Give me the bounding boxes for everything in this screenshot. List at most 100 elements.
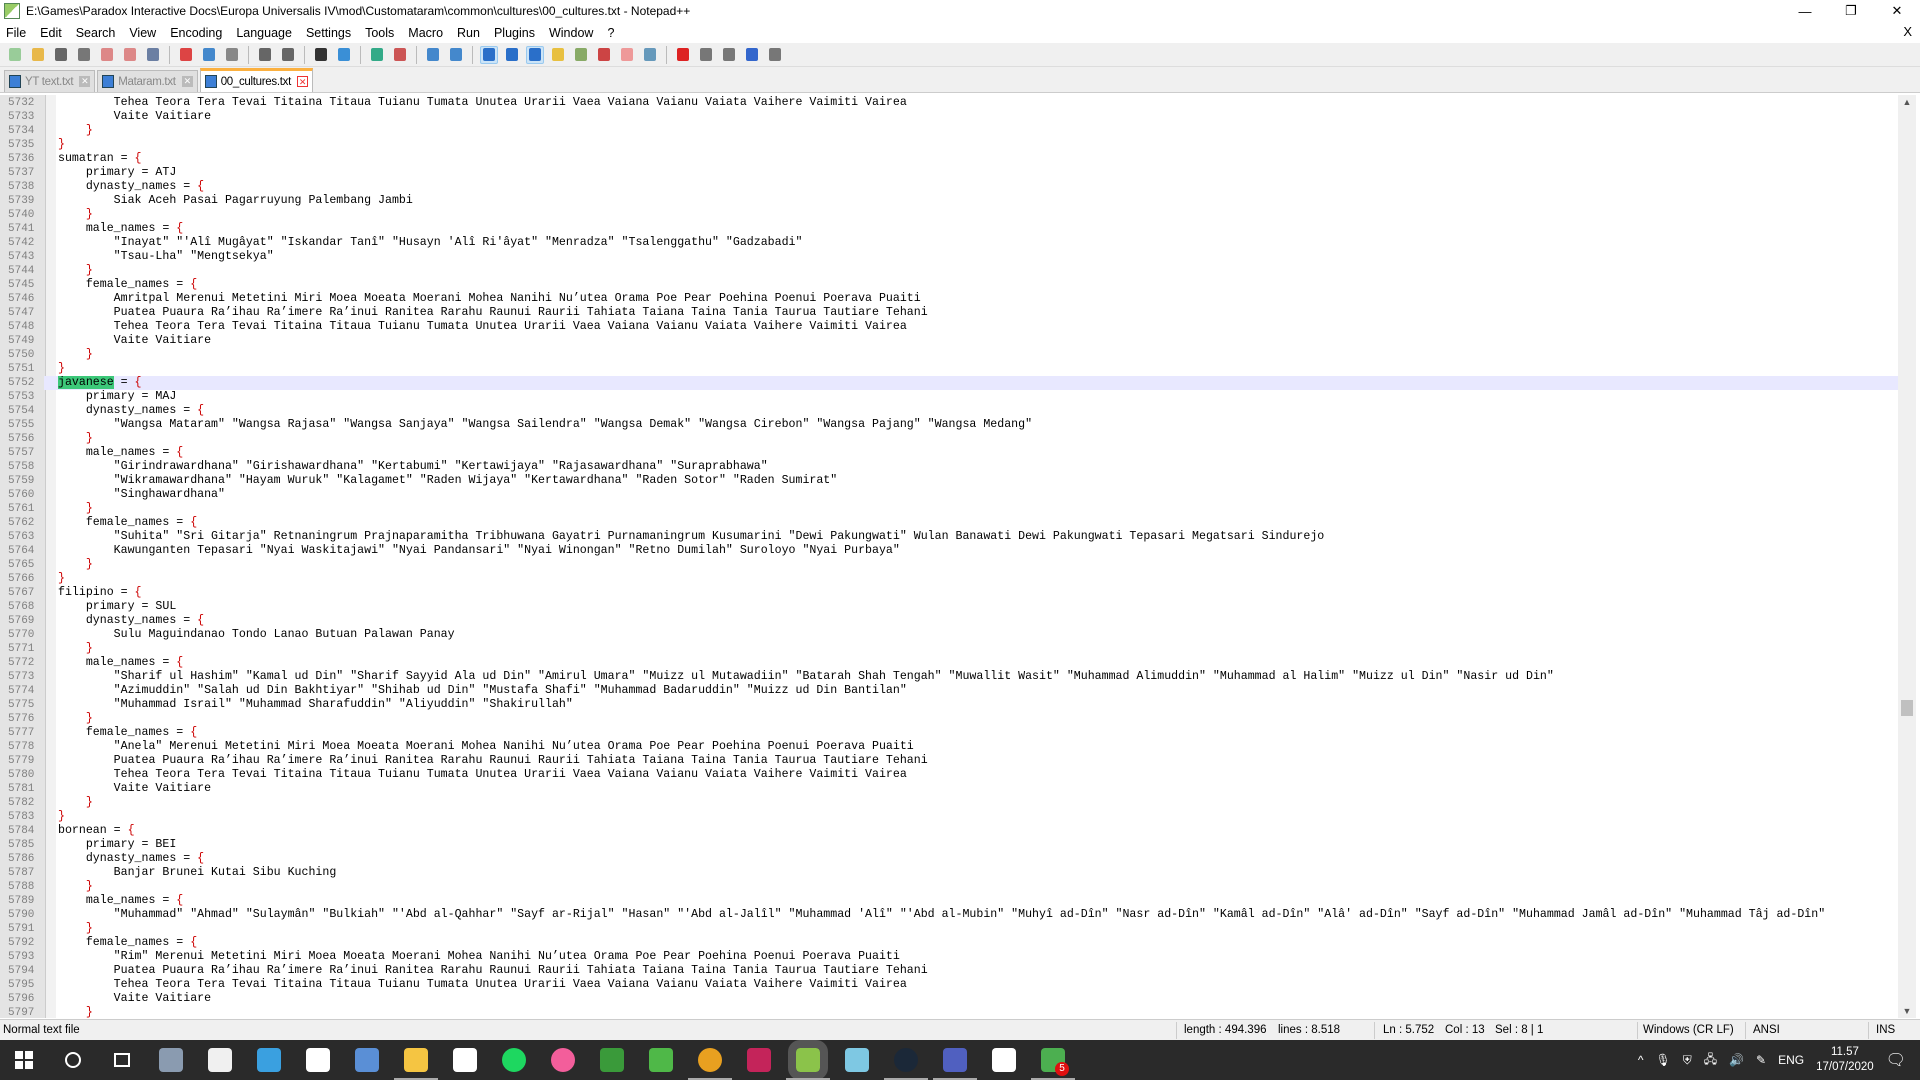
menu-search[interactable]: Search [76, 26, 116, 40]
menu-help[interactable]: ? [607, 26, 614, 40]
code-line[interactable]: 5771 } [0, 642, 1898, 656]
microsoft-store-icon[interactable] [208, 1048, 232, 1072]
code-area[interactable]: 5732 Tehea Teora Tera Tevai Titaina Tita… [0, 96, 1898, 1018]
spotify-icon[interactable] [502, 1048, 526, 1072]
code-line[interactable]: 5794 Puatea Puaura Ra’ihau Ra’imere Ra’i… [0, 964, 1898, 978]
menu-edit[interactable]: Edit [40, 26, 62, 40]
code-line[interactable]: 5790 "Muhammad" "Ahmad" "Sulaymân" "Bulk… [0, 908, 1898, 922]
code-line[interactable]: 5737 primary = ATJ [0, 166, 1898, 180]
code-line[interactable]: 5741 male_names = { [0, 222, 1898, 236]
menu-run[interactable]: Run [457, 26, 480, 40]
code-line[interactable]: 5787 Banjar Brunei Kutai Sibu Kuching [0, 866, 1898, 880]
run-macro-multiple-icon[interactable] [743, 46, 761, 64]
code-line[interactable]: 5756 } [0, 432, 1898, 446]
menu-window[interactable]: Window [549, 26, 593, 40]
network-icon[interactable]: 🖧 [1704, 1050, 1717, 1071]
shield-icon[interactable]: ⛨ [1683, 1053, 1692, 1068]
close-button[interactable]: ✕ [1874, 0, 1920, 22]
app-paint-icon[interactable] [933, 1048, 977, 1080]
code-line[interactable]: 5788 } [0, 880, 1898, 894]
close-document-button[interactable]: X [1903, 24, 1912, 39]
code-line[interactable]: 5738 dynasty_names = { [0, 180, 1898, 194]
redo-icon[interactable] [279, 46, 297, 64]
app-generic-icon[interactable] [159, 1048, 183, 1072]
code-line[interactable]: 5748 Tehea Teora Tera Tevai Titaina Tita… [0, 320, 1898, 334]
menu-plugins[interactable]: Plugins [494, 26, 535, 40]
code-line[interactable]: 5733 Vaite Vaitiare [0, 110, 1898, 124]
code-line[interactable]: 5754 dynasty_names = { [0, 404, 1898, 418]
code-line[interactable]: 5751} [0, 362, 1898, 376]
doc-map-icon[interactable] [572, 46, 590, 64]
start-icon[interactable] [12, 1048, 36, 1072]
app-red-icon[interactable] [747, 1048, 771, 1072]
code-line[interactable]: 5763 "Suhita" "Sri Gitarja" Retnaningrum… [0, 530, 1898, 544]
code-line[interactable]: 5792 female_names = { [0, 936, 1898, 950]
minimize-button[interactable]: — [1782, 0, 1828, 22]
code-line[interactable]: 5778 "Anela" Merenui Metetini Miri Moea … [0, 740, 1898, 754]
code-line[interactable]: 5779 Puatea Puaura Ra’ihau Ra’imere Ra’i… [0, 754, 1898, 768]
code-line[interactable]: 5773 "Sharif ul Hashim" "Kamal ud Din" "… [0, 670, 1898, 684]
code-line[interactable]: 5755 "Wangsa Mataram" "Wangsa Rajasa" "W… [0, 418, 1898, 432]
tab-00-cultures-txt[interactable]: 00_cultures.txt ✕ [199, 68, 313, 92]
cut-icon[interactable] [177, 46, 195, 64]
code-line[interactable]: 5765 } [0, 558, 1898, 572]
undo-icon[interactable] [256, 46, 274, 64]
menu-language[interactable]: Language [236, 26, 292, 40]
code-line[interactable]: 5740 } [0, 208, 1898, 222]
code-line[interactable]: 5744 } [0, 264, 1898, 278]
scroll-down-icon[interactable]: ▼ [1898, 1006, 1916, 1016]
selected-text[interactable]: javanese [58, 376, 114, 389]
code-line[interactable]: 5797 } [0, 1006, 1898, 1018]
tab-mataram-txt[interactable]: Mataram.txt ✕ [97, 70, 198, 92]
notifications-icon[interactable]: 🗨 [1886, 1050, 1906, 1070]
code-line[interactable]: 5746 Amritpal Merenui Metetini Miri Moea… [0, 292, 1898, 306]
code-line[interactable]: 5749 Vaite Vaitiare [0, 334, 1898, 348]
code-line[interactable]: 5734 } [0, 124, 1898, 138]
close-icon[interactable] [98, 46, 116, 64]
menu-settings[interactable]: Settings [306, 26, 351, 40]
code-line[interactable]: 5796 Vaite Vaitiare [0, 992, 1898, 1006]
zoom-out-icon[interactable] [391, 46, 409, 64]
menu-view[interactable]: View [129, 26, 156, 40]
itunes-icon[interactable] [551, 1048, 575, 1072]
close-tab-icon[interactable]: ✕ [79, 76, 91, 87]
zoom-in-icon[interactable] [368, 46, 386, 64]
open-file-icon[interactable] [29, 46, 47, 64]
save-macro-icon[interactable] [766, 46, 784, 64]
app-mountain-icon[interactable] [992, 1048, 1016, 1072]
clock[interactable]: 11.57 17/07/2020 [1816, 1045, 1874, 1075]
search-icon[interactable] [61, 1048, 85, 1072]
paste-icon[interactable] [223, 46, 241, 64]
play-macro-icon[interactable] [720, 46, 738, 64]
microphone-icon[interactable]: 🎙 [1655, 1053, 1670, 1067]
code-line[interactable]: 5772 male_names = { [0, 656, 1898, 670]
app-green-blue-icon[interactable] [600, 1048, 624, 1072]
save-icon[interactable] [52, 46, 70, 64]
notepad-plus-plus-icon[interactable] [786, 1040, 830, 1080]
print-icon[interactable] [144, 46, 162, 64]
udl-icon[interactable] [549, 46, 567, 64]
volume-icon[interactable]: 🔊 [1729, 1053, 1744, 1067]
code-line[interactable]: 5770 Sulu Maguindanao Tondo Lanao Butuan… [0, 628, 1898, 642]
code-line[interactable]: 5767 filipino = { [0, 586, 1898, 600]
folder-as-workspace-icon[interactable] [618, 46, 636, 64]
code-line[interactable]: 5781 Vaite Vaitiare [0, 782, 1898, 796]
utorrent-icon[interactable] [649, 1048, 673, 1072]
code-line[interactable]: 5761 } [0, 502, 1898, 516]
show-hidden-icons-chevron[interactable]: ^ [1638, 1053, 1644, 1067]
code-line[interactable]: 5757 male_names = { [0, 446, 1898, 460]
code-line[interactable]: 5795 Tehea Teora Tera Tevai Titaina Tita… [0, 978, 1898, 992]
code-line[interactable]: 5743 "Tsau-Lha" "Mengtsekya" [0, 250, 1898, 264]
code-line[interactable]: 5760 "Singhawardhana" [0, 488, 1898, 502]
code-line[interactable]: 5791 } [0, 922, 1898, 936]
menu-encoding[interactable]: Encoding [170, 26, 222, 40]
code-line[interactable]: 5776 } [0, 712, 1898, 726]
close-all-icon[interactable] [121, 46, 139, 64]
code-line[interactable]: 5759 "Wikramawardhana" "Hayam Wuruk" "Ka… [0, 474, 1898, 488]
menu-file[interactable]: File [6, 26, 26, 40]
code-line[interactable]: 5774 "Azimuddin" "Salah ud Din Bakhtiyar… [0, 684, 1898, 698]
code-line[interactable]: 5784 bornean = { [0, 824, 1898, 838]
tab-yt-text-txt[interactable]: YT text.txt ✕ [4, 70, 96, 92]
chrome-icon[interactable] [688, 1048, 732, 1080]
text-editor[interactable]: 5732 Tehea Teora Tera Tevai Titaina Tita… [0, 95, 1898, 1018]
